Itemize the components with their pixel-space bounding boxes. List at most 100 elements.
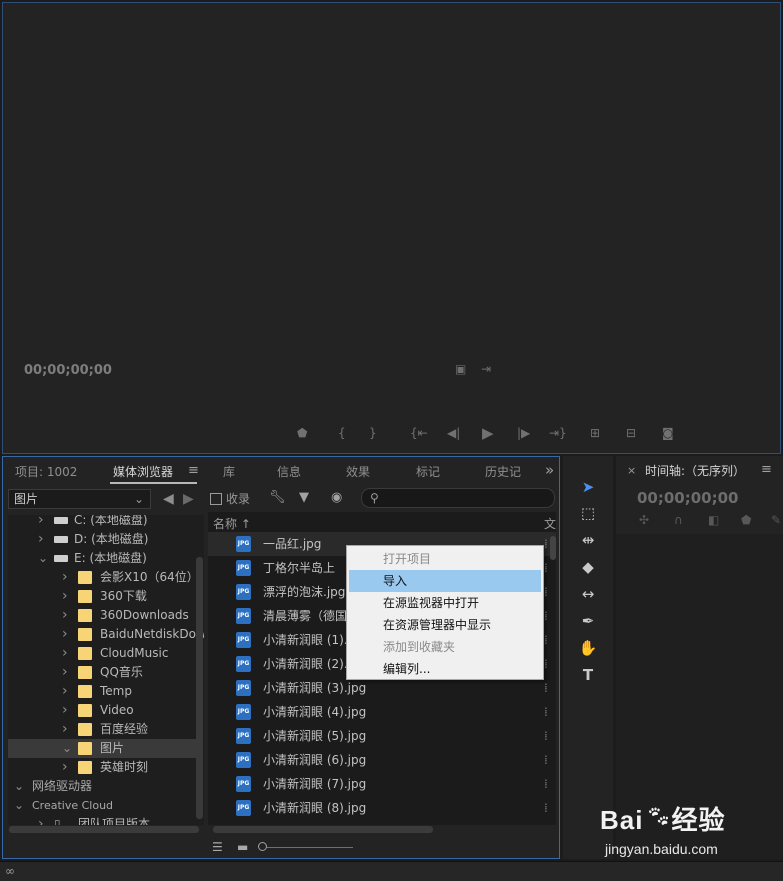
chevron-right-icon[interactable]: ›: [62, 568, 68, 587]
file-row[interactable]: JPG 小清新润眼 (6).jpg ⁞: [208, 748, 556, 772]
panel-menu-icon[interactable]: ≡: [188, 463, 199, 478]
tree-item[interactable]: › Temp: [8, 682, 198, 701]
search-input[interactable]: ⚲: [361, 488, 555, 508]
chevron-down-icon[interactable]: ⌄: [14, 796, 24, 815]
chevron-right-icon[interactable]: ›: [38, 815, 44, 825]
file-row[interactable]: JPG 小清新润眼 (5).jpg ⁞: [208, 724, 556, 748]
razor-tool-icon[interactable]: ◆: [577, 556, 599, 578]
chevron-right-icon[interactable]: ›: [62, 701, 68, 720]
tree-item[interactable]: › BaiduNetdiskDown: [8, 625, 204, 644]
creative-cloud-icon[interactable]: ∞: [5, 864, 15, 878]
timeline-timecode[interactable]: 00;00;00;00: [637, 489, 739, 507]
step-forward-icon[interactable]: |▶: [517, 426, 530, 440]
chevron-right-icon[interactable]: ›: [62, 758, 68, 777]
context-menu-item[interactable]: 在资源管理器中显示: [349, 614, 541, 636]
marker-icon[interactable]: ⬟: [297, 426, 307, 440]
chevron-right-icon[interactable]: ›: [38, 530, 44, 549]
type-tool-icon[interactable]: T: [577, 664, 599, 686]
linked-selection-icon[interactable]: ◧: [708, 513, 719, 527]
tree-vertical-scrollbar[interactable]: [196, 557, 203, 819]
tab-effects[interactable]: 效果: [346, 463, 370, 480]
go-to-in-icon[interactable]: {⇤: [410, 426, 428, 440]
pen-tool-icon[interactable]: ✒: [577, 610, 599, 632]
chevron-right-icon[interactable]: ›: [62, 625, 68, 644]
forward-arrow-icon[interactable]: ▶: [183, 491, 194, 507]
list-horizontal-scrollbar[interactable]: [213, 826, 433, 833]
column-header-type[interactable]: 文: [544, 515, 556, 532]
chevron-right-icon[interactable]: ›: [62, 587, 68, 606]
program-monitor[interactable]: 00;00;00;00 ▣ ⇥ ⬟ { } {⇤ ◀| ▶ |▶ ⇥} ⊞ ⊟ …: [2, 2, 781, 454]
snap-icon[interactable]: ∩: [674, 513, 683, 527]
timeline-title[interactable]: 时间轴:（无序列）: [645, 462, 745, 479]
tab-markers[interactable]: 标记: [416, 463, 440, 480]
context-menu-item[interactable]: 打开项目: [349, 548, 541, 570]
tree-item[interactable]: ⌄ 网络驱动器: [8, 777, 198, 796]
tree-item[interactable]: › D: (本地磁盘): [8, 530, 198, 549]
context-menu-item[interactable]: 在源监视器中打开: [349, 592, 541, 614]
step-back-icon[interactable]: ◀|: [447, 426, 460, 440]
mark-out-icon[interactable]: }: [369, 426, 377, 440]
tree-item[interactable]: › C: (本地磁盘): [8, 515, 198, 530]
chevron-down-icon[interactable]: ⌄: [38, 549, 48, 568]
file-row[interactable]: JPG 小清新润眼 (4).jpg ⁞: [208, 700, 556, 724]
chevron-right-icon[interactable]: ›: [62, 663, 68, 682]
file-row[interactable]: JPG 小清新润眼 (8).jpg ⁞: [208, 796, 556, 820]
track-select-tool-icon[interactable]: ⬚: [577, 502, 599, 524]
go-to-out-icon[interactable]: ⇥}: [549, 426, 567, 440]
tree-item[interactable]: › 360下载: [8, 587, 198, 606]
slip-tool-icon[interactable]: ↔: [577, 583, 599, 605]
chevron-down-icon[interactable]: ⌄: [62, 739, 72, 758]
ripple-edit-tool-icon[interactable]: ⇹: [577, 529, 599, 551]
selection-tool-icon[interactable]: ➤: [577, 476, 599, 498]
mark-in-icon[interactable]: {: [338, 426, 346, 440]
list-view-icon[interactable]: ☰: [212, 840, 223, 854]
zoom-slider-handle[interactable]: [258, 842, 267, 851]
timeline-menu-icon[interactable]: ≡: [761, 462, 772, 477]
play-icon[interactable]: ▶: [482, 424, 494, 442]
context-menu-item[interactable]: 添加到收藏夹: [349, 636, 541, 658]
tree-item[interactable]: › ▯ 团队项目版本: [8, 815, 198, 825]
close-icon[interactable]: ×: [627, 464, 636, 477]
settings-arrows-icon[interactable]: ⇥: [481, 362, 491, 376]
hand-tool-icon[interactable]: ✋: [577, 637, 599, 659]
insert-icon[interactable]: ⊞: [590, 426, 600, 440]
fit-icon[interactable]: ▣: [455, 362, 466, 376]
wrench-icon[interactable]: 🔧︎: [269, 490, 286, 505]
chevron-down-icon[interactable]: ⌄: [14, 777, 24, 796]
favorites-checkbox[interactable]: 收录: [210, 490, 250, 507]
eye-icon[interactable]: ◉: [331, 490, 342, 505]
tab-info[interactable]: 信息: [277, 463, 301, 480]
tab-library[interactable]: 库: [223, 463, 235, 480]
tree-item[interactable]: › 英雄时刻: [8, 758, 198, 777]
tab-project[interactable]: 项目: 1002: [15, 463, 77, 480]
tab-history[interactable]: 历史记: [485, 463, 521, 480]
export-frame-icon[interactable]: ◙: [662, 426, 674, 440]
tree-item[interactable]: › 百度经验: [8, 720, 198, 739]
file-row[interactable]: JPG 小清新润眼 (7).jpg ⁞: [208, 772, 556, 796]
monitor-timecode[interactable]: 00;00;00;00: [24, 363, 112, 378]
context-menu-item[interactable]: 编辑列...: [349, 658, 541, 680]
tree-item[interactable]: ⌄ 图片: [8, 739, 198, 758]
add-marker-icon[interactable]: ⬟: [741, 513, 751, 527]
tree-item[interactable]: › 会影X10（64位）: [8, 568, 199, 587]
tabs-overflow-icon[interactable]: »: [545, 461, 554, 479]
tree-item[interactable]: › Video: [8, 701, 198, 720]
chevron-right-icon[interactable]: ›: [62, 720, 68, 739]
tree-item[interactable]: › QQ音乐: [8, 663, 198, 682]
location-dropdown[interactable]: 图片 ⌄: [8, 489, 151, 509]
filter-icon[interactable]: ▼: [299, 490, 309, 505]
chevron-right-icon[interactable]: ›: [62, 682, 68, 701]
tree-item[interactable]: › 360Downloads: [8, 606, 198, 625]
nest-icon[interactable]: ✣: [639, 513, 649, 527]
tree-item[interactable]: › CloudMusic: [8, 644, 198, 663]
list-vertical-scrollbar[interactable]: [550, 536, 556, 560]
chevron-right-icon[interactable]: ›: [62, 644, 68, 663]
tab-media-browser[interactable]: 媒体浏览器: [113, 463, 173, 480]
context-menu-item[interactable]: 导入: [349, 570, 541, 592]
chevron-right-icon[interactable]: ›: [38, 515, 44, 530]
zoom-slider-track[interactable]: [265, 847, 353, 848]
tree-horizontal-scrollbar[interactable]: [9, 826, 199, 833]
wrench-icon[interactable]: ✎: [771, 513, 781, 527]
chevron-right-icon[interactable]: ›: [62, 606, 68, 625]
back-arrow-icon[interactable]: ◀: [163, 491, 174, 507]
